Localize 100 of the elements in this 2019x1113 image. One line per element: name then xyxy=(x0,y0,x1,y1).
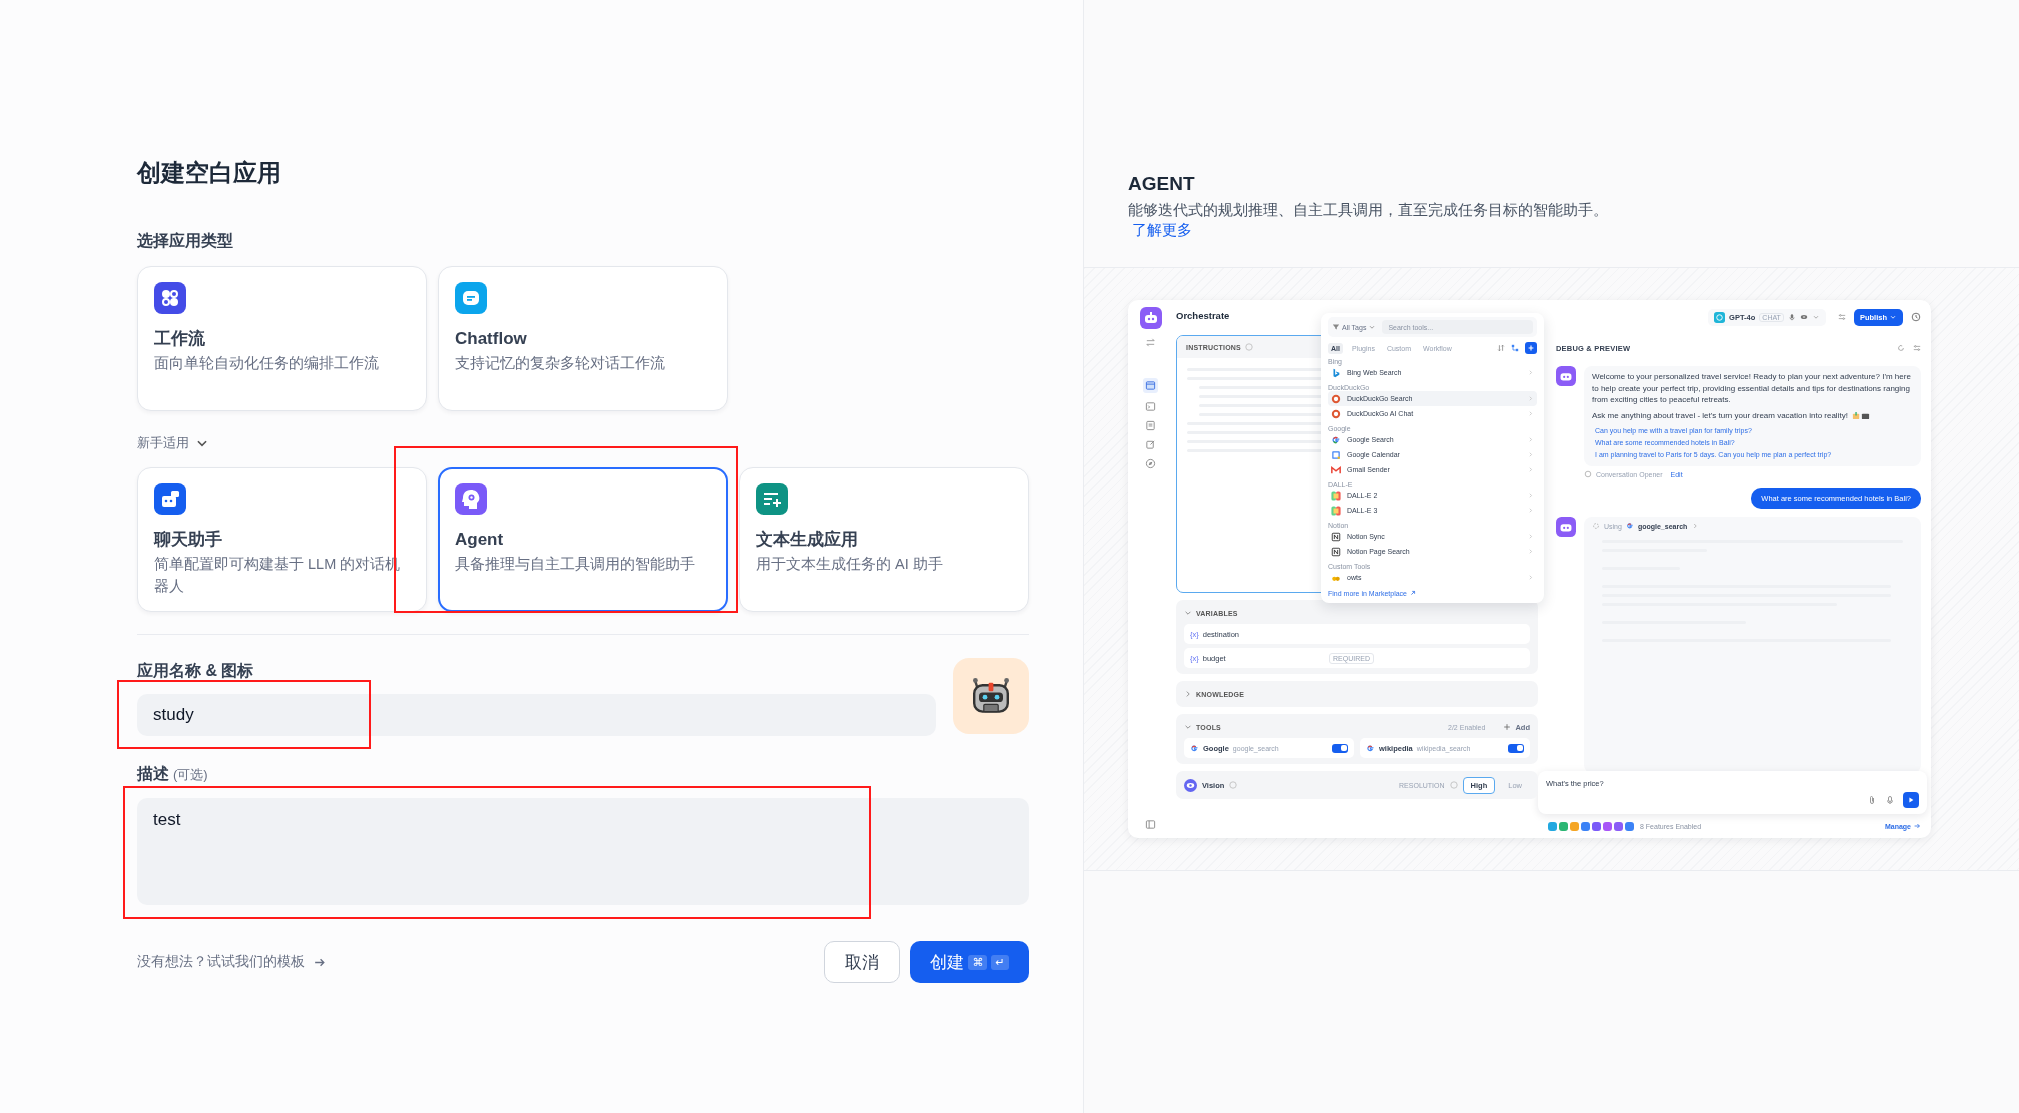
preview-description: 能够迭代式的规划推理、自主工具调用，直至完成任务目标的智能助手。 xyxy=(1128,200,1609,220)
tool-logo-icon xyxy=(1331,393,1341,404)
swap-icon[interactable] xyxy=(1145,337,1156,348)
external-link-icon xyxy=(1409,589,1417,597)
group-label: 新手适用 xyxy=(137,434,189,452)
document-icon[interactable] xyxy=(1145,420,1156,431)
chevron-icon xyxy=(1811,313,1820,321)
plus-icon xyxy=(1503,723,1512,731)
window-icon[interactable] xyxy=(1143,378,1158,393)
paperclip-icon[interactable] xyxy=(1867,795,1877,805)
preview-title: AGENT xyxy=(1128,172,1196,196)
tool-logo-icon xyxy=(1331,505,1341,516)
create-button[interactable]: 创建 ⌘ ↵ xyxy=(910,941,1029,983)
toggle-switch[interactable] xyxy=(1508,743,1524,753)
edit-icon[interactable] xyxy=(1145,439,1156,450)
chevron-right-icon xyxy=(1527,436,1534,443)
message-paragraph: Welcome to your personalized travel service! Ready to plan your next adventure? I'm here to help create your perfect trip, providing essential details and tips for destinations ranging from exciting cities to peaceful retreats. xyxy=(1592,371,1912,406)
chat-icon xyxy=(1584,470,1592,478)
chevron-right-icon xyxy=(1527,507,1534,514)
tool-logo-icon xyxy=(1331,464,1341,475)
app-type-description: 面向单轮自动化任务的编排工作流 xyxy=(154,354,380,373)
sort-icon[interactable] xyxy=(1497,344,1505,352)
tool-logo-icon xyxy=(1331,490,1341,501)
tool-logo-icon xyxy=(1331,546,1341,557)
toggle-switch[interactable] xyxy=(1332,743,1348,753)
bot-avatar-icon xyxy=(1556,517,1576,537)
message-paragraph: Ask me anything about travel - let's turn your dream vacation into reality! xyxy=(1592,409,1913,421)
chevron-right-icon xyxy=(1527,548,1534,555)
chevron-right-icon xyxy=(1527,533,1534,540)
chevron-right-icon xyxy=(1527,451,1534,458)
field-label: 描述 xyxy=(137,764,169,784)
tool-logo-icon xyxy=(1331,449,1341,460)
hierarchy-icon[interactable] xyxy=(1511,344,1519,352)
info-icon xyxy=(1449,781,1458,789)
learn-more-link[interactable]: 了解更多 xyxy=(1132,220,1975,240)
beach-suitcase-icon xyxy=(1851,410,1870,420)
spinner-icon xyxy=(1592,522,1600,530)
send-button[interactable] xyxy=(1903,792,1919,808)
chevron-right-icon xyxy=(1527,466,1534,473)
app-type-icon xyxy=(756,483,788,515)
eye-icon xyxy=(1799,313,1808,321)
app-type-icon xyxy=(154,483,186,515)
sidebar-icon[interactable] xyxy=(1145,819,1156,830)
optional-hint: (可选) xyxy=(173,766,208,784)
app-type-card[interactable]: 文本生成应用 用于文本生成任务的 AI 助手 xyxy=(739,467,1029,612)
template-link[interactable]: 没有想法？试试我们的模板 xyxy=(137,953,305,971)
filter-icon xyxy=(1332,323,1340,331)
arrow-right-icon xyxy=(1913,822,1921,830)
tool-logo-icon xyxy=(1331,531,1341,542)
app-type-card[interactable]: 工作流 面向单轮自动化任务的编排工作流 xyxy=(137,266,427,411)
google-g-icon xyxy=(1190,743,1199,753)
app-type-title: 聊天助手 xyxy=(154,529,223,551)
cancel-button[interactable]: 取消 xyxy=(824,941,900,983)
info-icon xyxy=(1244,343,1253,351)
field-label: 应用名称 & 图标 xyxy=(137,661,255,681)
app-type-icon xyxy=(154,282,186,314)
history-icon[interactable] xyxy=(1911,312,1921,322)
chevron-right-icon xyxy=(1527,395,1534,402)
google-g-icon xyxy=(1366,743,1375,753)
settings-icon[interactable] xyxy=(1913,344,1921,352)
app-type-card[interactable]: Agent 具备推理与自主工具调用的智能助手 xyxy=(438,467,728,612)
app-type-icon xyxy=(455,282,487,314)
chevron-right-icon xyxy=(1527,492,1534,499)
plus-icon xyxy=(1527,344,1535,352)
app-icon-picker[interactable] xyxy=(953,658,1029,734)
chevron-right-icon xyxy=(1691,522,1700,530)
tool-logo-icon xyxy=(1331,367,1341,378)
model-logo-icon xyxy=(1714,311,1726,323)
terminal-icon[interactable] xyxy=(1145,401,1156,412)
app-name-field[interactable]: study xyxy=(137,694,936,736)
tool-logo-icon xyxy=(1331,434,1341,445)
app-type-title: Chatflow xyxy=(455,328,528,350)
app-type-description: 用于文本生成任务的 AI 助手 xyxy=(756,555,944,574)
description-field[interactable]: test xyxy=(137,798,1029,905)
chevron-right-icon xyxy=(1527,369,1534,376)
microphone-icon[interactable] xyxy=(1885,795,1895,805)
send-icon xyxy=(1907,796,1915,804)
app-type-title: Agent xyxy=(455,529,505,551)
refresh-icon[interactable] xyxy=(1897,344,1905,352)
app-type-card[interactable]: Chatflow 支持记忆的复杂多轮对话工作流 xyxy=(438,266,728,411)
robot-icon xyxy=(1139,307,1162,329)
microphone-icon xyxy=(1787,313,1796,321)
info-icon xyxy=(1229,781,1238,789)
chevron-right-icon xyxy=(1527,574,1534,581)
settings-icon[interactable] xyxy=(1837,313,1846,321)
app-type-icon xyxy=(455,483,487,515)
tool-logo-icon xyxy=(1331,408,1341,419)
google-g-icon xyxy=(1625,522,1634,530)
eye-icon xyxy=(1184,778,1197,792)
app-type-title: 文本生成应用 xyxy=(756,529,859,551)
app-type-title: 工作流 xyxy=(154,328,206,350)
add-button[interactable] xyxy=(1525,342,1537,354)
chevron-icon xyxy=(1368,323,1377,331)
chevron-right-icon xyxy=(1527,410,1534,417)
section-label: 选择应用类型 xyxy=(137,231,234,251)
bot-avatar-icon xyxy=(1556,366,1576,386)
orchestrate-heading: Orchestrate xyxy=(1176,309,1230,323)
chevron-icon xyxy=(1889,313,1897,321)
app-type-description: 支持记忆的复杂多轮对话工作流 xyxy=(455,354,666,373)
compass-icon[interactable] xyxy=(1145,458,1156,469)
